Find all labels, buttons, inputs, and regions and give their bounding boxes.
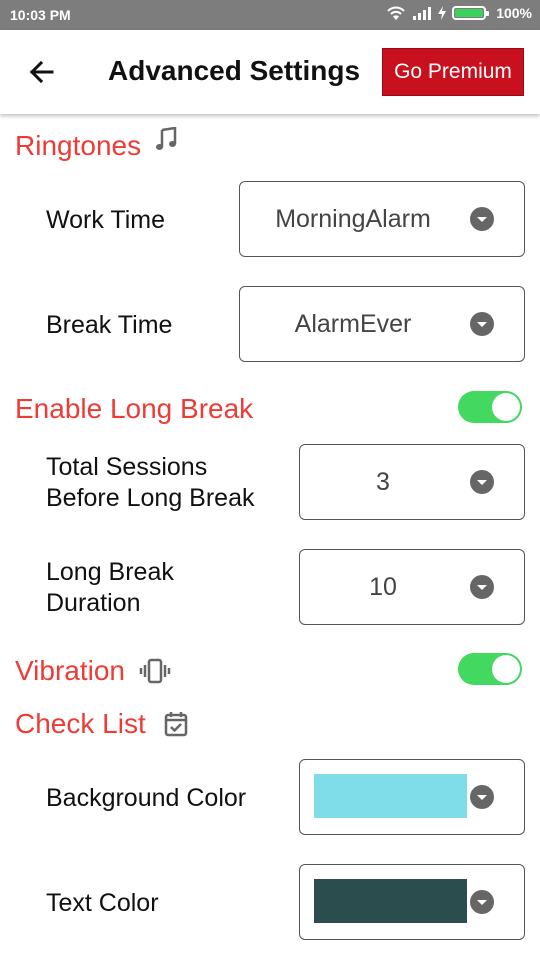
sessions-label-line1: Total Sessions <box>46 453 208 481</box>
arrow-left-icon <box>22 60 62 96</box>
long-break-section-title: Enable Long Break <box>15 393 253 425</box>
work-time-label: Work Time <box>46 206 165 234</box>
work-time-value: MorningAlarm <box>275 204 431 233</box>
status-time: 10:03 PM <box>10 7 71 23</box>
music-note-icon <box>155 127 177 153</box>
ringtones-title: Ringtones <box>15 130 142 161</box>
battery-icon <box>452 6 490 20</box>
wifi-icon <box>386 5 406 21</box>
background-color-dropdown[interactable] <box>299 759 525 835</box>
battery-percent: 100% <box>496 5 532 21</box>
vibration-section-title: Vibration <box>15 655 171 687</box>
toggle-knob <box>492 393 520 421</box>
page-title: Advanced Settings <box>108 55 361 86</box>
check-list-section-title: Check List <box>15 708 188 740</box>
status-icons: 100% <box>386 5 532 21</box>
text-color-label: Text Color <box>46 889 159 917</box>
chevron-down-icon <box>470 207 494 231</box>
sessions-value: 3 <box>376 467 390 496</box>
app-bar: Advanced Settings Go Premium <box>0 30 540 114</box>
break-time-value: AlarmEver <box>294 309 412 338</box>
chevron-down-icon <box>470 312 494 336</box>
long-break-toggle[interactable] <box>458 391 522 423</box>
duration-dropdown[interactable]: 10 <box>299 549 525 625</box>
duration-label-line1: Long Break <box>46 558 174 586</box>
background-color-label: Background Color <box>46 784 247 812</box>
text-color-dropdown[interactable] <box>299 864 525 940</box>
chevron-down-icon <box>470 785 494 809</box>
sessions-label: Total Sessions Before Long Break <box>46 452 254 514</box>
text-color-swatch <box>314 879 467 923</box>
signal-icon <box>412 6 432 20</box>
go-premium-button[interactable]: Go Premium <box>382 48 524 96</box>
check-list-title: Check List <box>15 708 146 739</box>
sessions-dropdown[interactable]: 3 <box>299 444 525 520</box>
duration-value: 10 <box>369 572 397 601</box>
long-break-duration-label: Long Break Duration <box>46 557 174 619</box>
break-time-label: Break Time <box>46 311 173 339</box>
background-color-swatch <box>314 774 467 818</box>
long-break-title: Enable Long Break <box>15 393 254 424</box>
chevron-down-icon <box>470 575 494 599</box>
duration-label-line2: Duration <box>46 589 141 617</box>
vibration-icon <box>139 658 171 684</box>
calendar-check-icon <box>164 711 188 737</box>
sessions-label-line2: Before Long Break <box>46 484 255 512</box>
status-bar: 10:03 PM 100% <box>0 0 540 30</box>
vibration-title: Vibration <box>15 655 126 686</box>
back-button[interactable] <box>22 52 62 92</box>
chevron-down-icon <box>470 890 494 914</box>
chevron-down-icon <box>470 470 494 494</box>
ringtones-section-title: Ringtones <box>15 127 177 162</box>
break-time-dropdown[interactable]: AlarmEver <box>239 286 525 362</box>
toggle-knob <box>492 655 520 683</box>
vibration-toggle[interactable] <box>458 653 522 685</box>
work-time-dropdown[interactable]: MorningAlarm <box>239 181 525 257</box>
charging-icon <box>438 6 447 20</box>
